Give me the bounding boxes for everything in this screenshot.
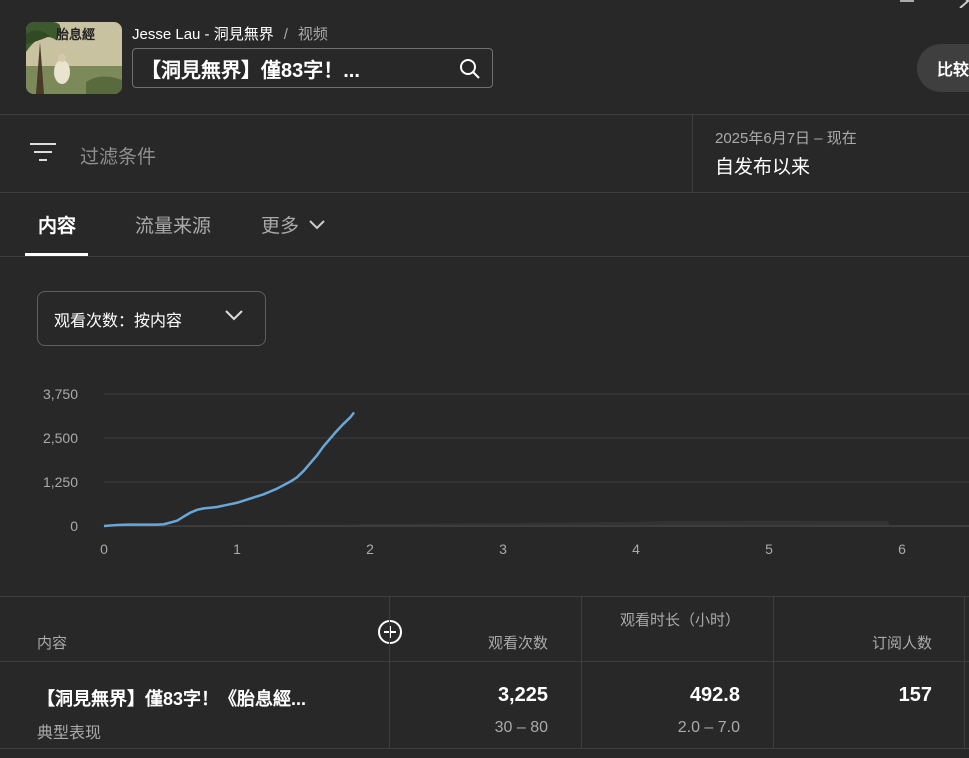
metric-dropdown[interactable]: 观看次数：按内容 <box>37 291 266 346</box>
row-subtitle: 典型表现 <box>37 725 102 742</box>
compare-button[interactable]: 比较 <box>917 44 969 92</box>
tab-more[interactable]: 更多 <box>261 211 325 238</box>
minimize-icon[interactable] <box>900 0 914 2</box>
divider <box>692 115 693 192</box>
divider <box>0 114 969 115</box>
views-series-line <box>103 411 356 528</box>
column-divider <box>773 596 774 748</box>
x-tick-label: 0 <box>100 541 108 557</box>
channel-link[interactable]: Jesse Lau - 洞見無界 <box>132 26 274 43</box>
x-tick-label: 2 <box>366 541 374 557</box>
x-tick-label: 6 <box>898 541 906 557</box>
y-tick-label: 0 <box>70 518 78 534</box>
filter-icon[interactable] <box>30 142 56 162</box>
column-header-watch-time[interactable]: 观看时长（小时） <box>620 610 740 632</box>
divider <box>0 256 969 257</box>
divider <box>0 661 969 662</box>
search-icon[interactable] <box>458 57 482 81</box>
section-label: 视频 <box>297 26 328 43</box>
divider <box>0 596 969 597</box>
y-tick-label: 3,750 <box>43 386 78 402</box>
x-tick-label: 4 <box>632 541 640 557</box>
expand-icon[interactable] <box>958 0 969 8</box>
row-watch-time-range: 2.0 – 7.0 <box>677 719 740 736</box>
filter-input[interactable]: 过滤条件 <box>80 142 156 169</box>
video-title: 【洞見無界】僅83字！... <box>141 59 360 82</box>
x-tick-label: 5 <box>765 541 773 557</box>
row-views: 3,225 <box>497 684 548 706</box>
column-header-content: 内容 <box>37 635 68 652</box>
compare-label: 比较 <box>937 62 969 79</box>
tab-traffic-label: 流量来源 <box>135 216 212 237</box>
divider <box>0 748 969 749</box>
x-tick-label: 1 <box>233 541 241 557</box>
row-subscribers: 157 <box>898 684 932 706</box>
tab-content-label: 内容 <box>38 216 77 237</box>
views-chart: 3,750 2,500 1,250 0 0 1 2 3 4 5 6 <box>43 386 969 557</box>
breadcrumb-separator: / <box>283 26 288 43</box>
tab-more-label: 更多 <box>261 216 300 237</box>
divider <box>0 192 969 193</box>
typical-performance-band <box>104 520 889 526</box>
y-tick-label: 1,250 <box>43 474 78 490</box>
row-watch-time: 492.8 <box>689 684 740 706</box>
video-selector[interactable]: 【洞見無界】僅83字！... <box>132 48 493 88</box>
x-tick-label: 3 <box>499 541 507 557</box>
thumbnail-title: 胎息經 <box>56 28 96 43</box>
column-divider <box>964 596 965 748</box>
row-views-range: 30 – 80 <box>494 719 548 736</box>
date-range-text: 2025年6月7日 – 现在 <box>715 130 857 147</box>
tab-traffic-sources[interactable]: 流量来源 <box>135 211 211 238</box>
chevron-down-icon <box>225 310 243 321</box>
date-range-label: 自发布以来 <box>715 157 811 178</box>
column-header-subscribers[interactable]: 订阅人数 <box>773 632 932 653</box>
column-header-views[interactable]: 观看次数 <box>389 632 548 653</box>
y-tick-label: 2,500 <box>43 430 78 446</box>
breadcrumb: Jesse Lau - 洞見無界 / 视频 <box>132 23 328 44</box>
row-title[interactable]: 【洞見無界】僅83字！《胎息經... <box>37 685 367 711</box>
tab-content[interactable]: 内容 <box>38 211 76 238</box>
metric-dropdown-label: 观看次数：按内容 <box>54 312 183 330</box>
chevron-down-icon <box>309 219 325 229</box>
